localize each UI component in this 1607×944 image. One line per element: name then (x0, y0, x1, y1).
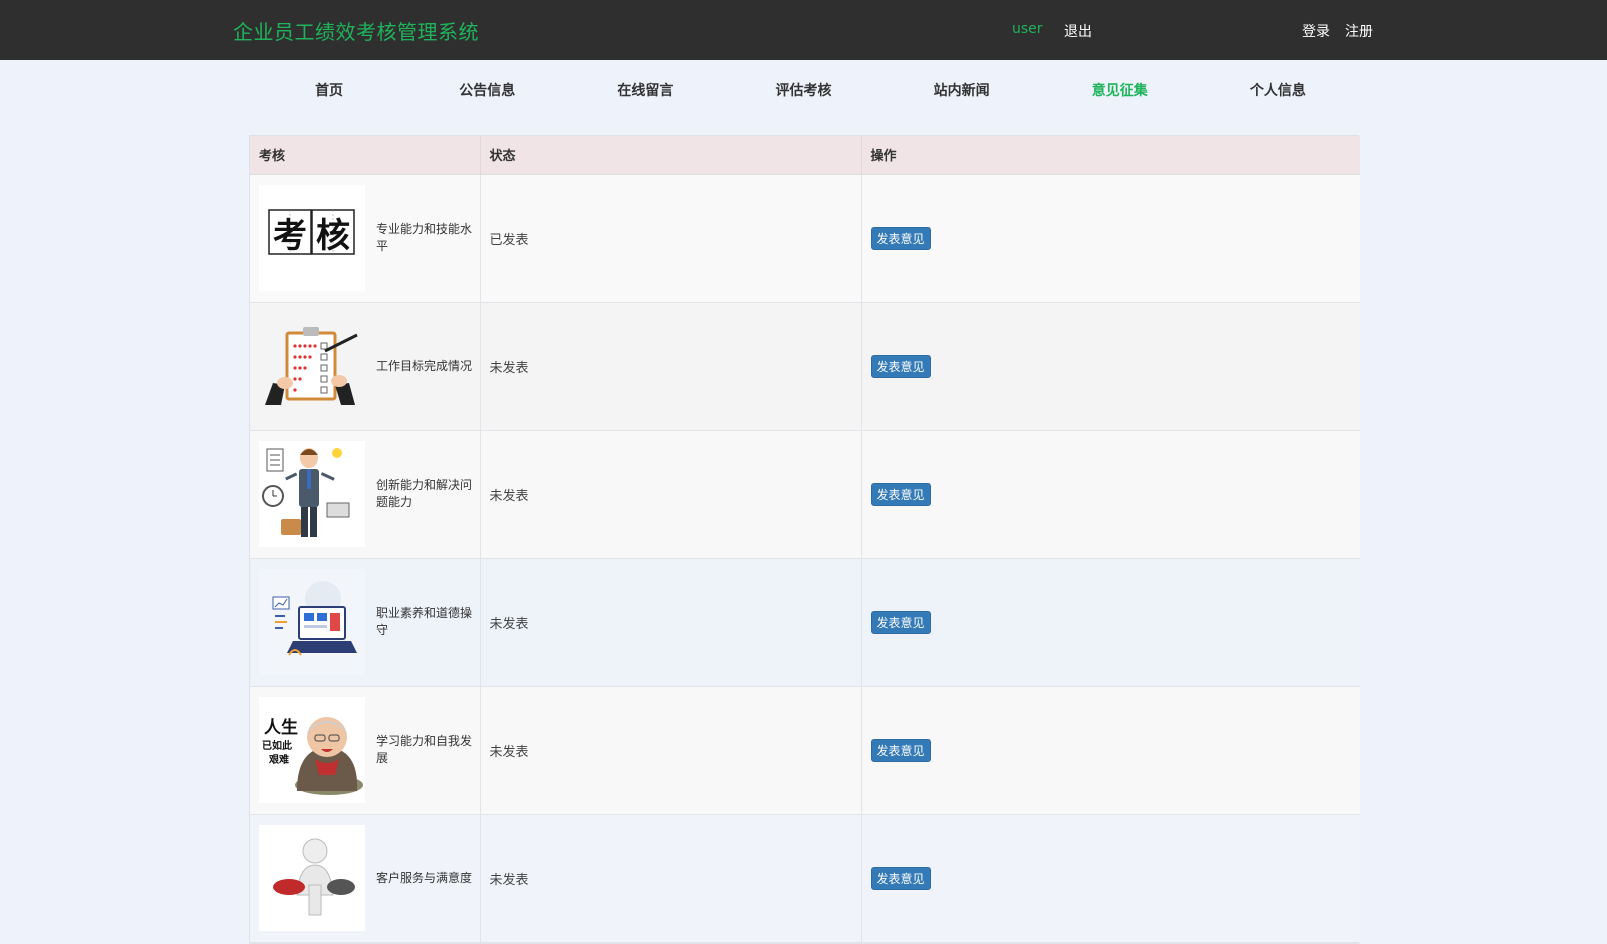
evaluation-name: 学习能力和自我发展 (376, 734, 473, 765)
nav-announcements[interactable]: 公告信息 (408, 60, 566, 120)
evaluation-name: 职业素养和道德操守 (376, 606, 473, 637)
nav-messages[interactable]: 在线留言 (566, 60, 724, 120)
evaluation-name: 创新能力和解决问题能力 (376, 478, 473, 509)
thumbnail-text: 艰难 (268, 753, 289, 766)
evaluation-table: 考核 状态 操作 考 核 专业能力和技能水平 已发表 发表意见 工作目标完成情况… (249, 135, 1360, 944)
post-opinion-button[interactable]: 发表意见 (870, 866, 931, 890)
evaluation-name: 工作目标完成情况 (376, 358, 473, 373)
status-cell: 未发表 (480, 430, 862, 559)
status-cell: 未发表 (480, 558, 862, 687)
thumbnail-text: 已如此 (262, 739, 292, 752)
table-row: 工作目标完成情况 未发表 发表意见 (250, 302, 1360, 431)
table-row: 职业素养和道德操守 未发表 发表意见 (250, 558, 1360, 687)
column-header-status: 状态 (480, 136, 862, 175)
evaluation-thumbnail: 考 核 (259, 185, 365, 291)
post-opinion-button[interactable]: 发表意见 (870, 610, 931, 634)
table-row: 创新能力和解决问题能力 未发表 发表意见 (250, 430, 1360, 559)
status-cell: 已发表 (480, 174, 862, 303)
service-thumbnail (259, 825, 365, 931)
nav-profile[interactable]: 个人信息 (1199, 60, 1357, 120)
top-header: 企业员工绩效考核管理系统 user 退出 登录 注册 (0, 0, 1607, 60)
post-opinion-button[interactable]: 发表意见 (870, 354, 931, 378)
column-header-action: 操作 (861, 136, 1360, 175)
table-row: 客户服务与满意度 未发表 发表意见 (250, 814, 1360, 943)
status-cell: 未发表 (480, 686, 862, 815)
nav-news[interactable]: 站内新闻 (883, 60, 1041, 120)
status-cell: 未发表 (480, 302, 862, 431)
evaluation-name: 客户服务与满意度 (376, 870, 473, 885)
post-opinion-button[interactable]: 发表意见 (870, 738, 931, 762)
thumbnail-text: 考 (273, 216, 307, 256)
meme-thumbnail: 人生 已如此 艰难 (259, 697, 365, 803)
post-opinion-button[interactable]: 发表意见 (870, 226, 931, 250)
thumbnail-text: 人生 (264, 717, 298, 738)
logout-link[interactable]: 退出 (1064, 21, 1092, 41)
multitasking-thumbnail (259, 441, 365, 547)
thumbnail-text: 核 (316, 216, 350, 256)
main-nav: 首页 公告信息 在线留言 评估考核 站内新闻 意见征集 个人信息 (250, 60, 1357, 120)
nav-feedback[interactable]: 意见征集 (1041, 60, 1199, 120)
checklist-thumbnail (259, 313, 365, 419)
table-row: 考 核 专业能力和技能水平 已发表 发表意见 (250, 174, 1360, 303)
table-row: 人生 已如此 艰难 学习能力和自我发展 未发表 发表意见 (250, 686, 1360, 815)
register-link[interactable]: 注册 (1345, 21, 1373, 41)
login-link[interactable]: 登录 (1302, 21, 1330, 41)
nav-evaluation[interactable]: 评估考核 (724, 60, 882, 120)
current-user[interactable]: user (1012, 21, 1043, 37)
evaluation-name: 专业能力和技能水平 (376, 222, 473, 253)
post-opinion-button[interactable]: 发表意见 (870, 482, 931, 506)
status-cell: 未发表 (480, 814, 862, 943)
column-header-evaluation: 考核 (250, 136, 481, 175)
brand-title[interactable]: 企业员工绩效考核管理系统 (233, 16, 479, 45)
nav-home[interactable]: 首页 (250, 60, 408, 120)
laptop-thumbnail (259, 569, 365, 675)
